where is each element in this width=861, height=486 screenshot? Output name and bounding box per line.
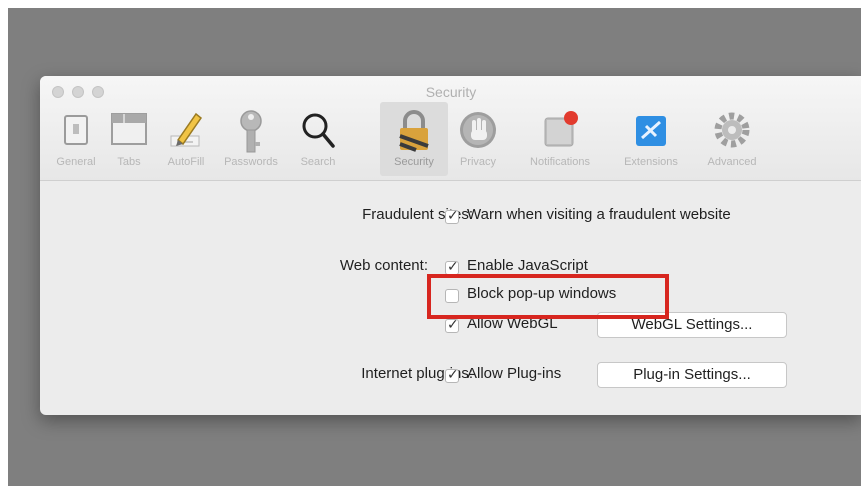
web-content-label: Web content: bbox=[339, 257, 428, 274]
tab-security[interactable]: Security bbox=[380, 102, 448, 176]
general-icon bbox=[64, 115, 88, 145]
puzzle-icon bbox=[636, 116, 666, 146]
checkmark-icon: ✓ bbox=[447, 366, 459, 382]
magnifier-icon bbox=[302, 113, 335, 148]
enable-javascript-checkbox[interactable]: ✓ bbox=[445, 258, 459, 275]
titlebar-toolbar: Security General Tabs AutoFill Passwords… bbox=[40, 76, 861, 181]
gear-icon bbox=[714, 112, 750, 148]
padlock-icon bbox=[399, 110, 429, 152]
tab-label: Tabs bbox=[117, 156, 141, 168]
highlight-box bbox=[427, 274, 669, 319]
tab-notifications[interactable]: Notifications bbox=[518, 102, 602, 176]
tabs-icon bbox=[111, 113, 147, 145]
checkmark-icon: ✓ bbox=[447, 207, 459, 223]
tab-label: Extensions bbox=[624, 156, 678, 168]
notification-icon bbox=[544, 111, 578, 147]
allow-plugins-label: Allow Plug-ins bbox=[467, 365, 562, 382]
tab-label: AutoFill bbox=[167, 156, 205, 168]
key-icon bbox=[240, 110, 262, 153]
tab-tabs[interactable]: Tabs bbox=[106, 102, 152, 176]
warn-fraudulent-checkbox[interactable]: ✓ bbox=[445, 207, 459, 224]
tab-advanced[interactable]: Advanced bbox=[696, 102, 768, 176]
tab-label: Privacy bbox=[459, 156, 497, 168]
window-title: Security bbox=[425, 84, 477, 100]
tab-search[interactable]: Search bbox=[290, 102, 346, 176]
warn-fraudulent-label: Warn when visiting a fraudulent website bbox=[467, 206, 731, 223]
tab-autofill[interactable]: AutoFill bbox=[158, 102, 214, 176]
security-preferences-window: Security General Tabs AutoFill Passwords… bbox=[40, 76, 861, 415]
tab-label: Notifications bbox=[530, 156, 590, 168]
tab-privacy[interactable]: Privacy bbox=[450, 102, 506, 176]
tab-general[interactable]: General bbox=[52, 102, 100, 176]
tab-label: General bbox=[56, 156, 96, 168]
tab-passwords[interactable]: Passwords bbox=[214, 102, 288, 176]
tab-extensions[interactable]: Extensions bbox=[616, 102, 686, 176]
tab-label: Search bbox=[300, 156, 336, 168]
checkmark-icon: ✓ bbox=[447, 258, 459, 274]
autofill-pencil-icon bbox=[170, 112, 203, 147]
tab-label: Advanced bbox=[707, 156, 757, 168]
allow-webgl-checkbox[interactable]: ✓ bbox=[445, 316, 459, 333]
plugin-settings-button[interactable]: Plug-in Settings... bbox=[597, 362, 787, 388]
hand-icon bbox=[460, 112, 496, 148]
allow-plugins-checkbox[interactable]: ✓ bbox=[445, 366, 459, 383]
tab-label: Passwords bbox=[224, 156, 278, 168]
tab-label: Security bbox=[394, 156, 434, 168]
enable-javascript-label: Enable JavaScript bbox=[467, 257, 588, 274]
